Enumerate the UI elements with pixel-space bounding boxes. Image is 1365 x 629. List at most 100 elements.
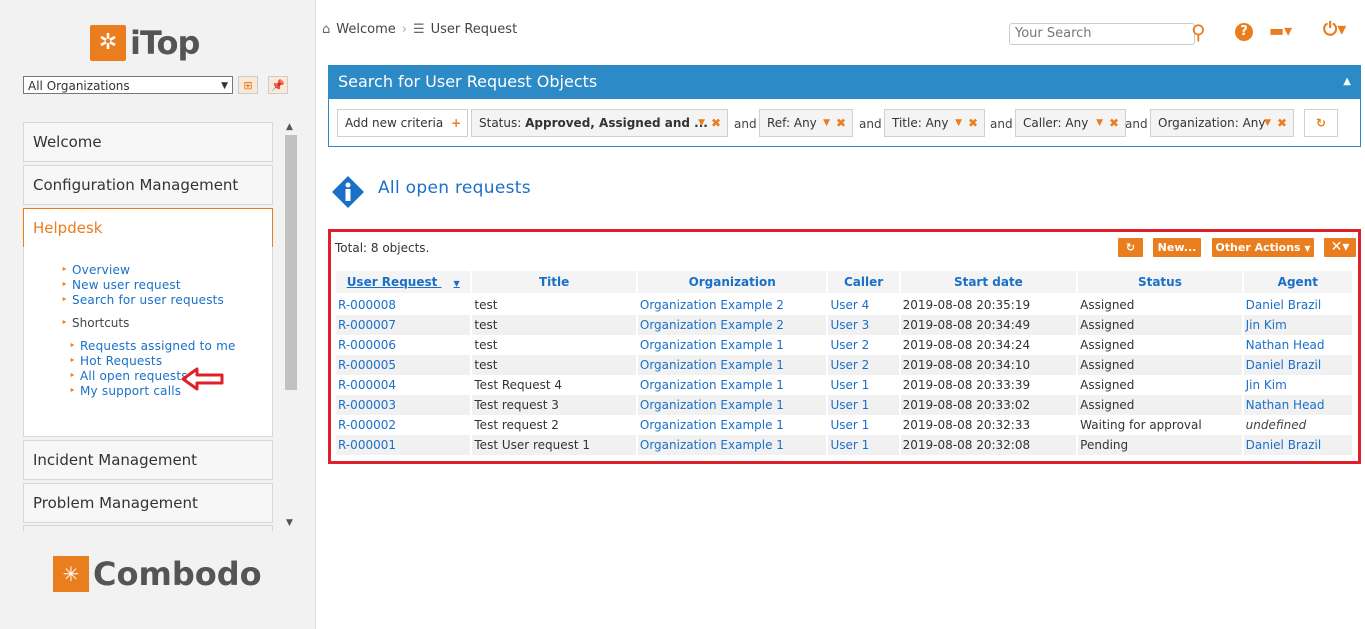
criteria-caller[interactable]: Caller: Any ▼ ✖ — [1015, 109, 1126, 137]
cell-ref-text[interactable]: R-000003 — [338, 398, 396, 412]
cell-organization-text[interactable]: Organization Example 2 — [640, 318, 784, 332]
cell-caller-text[interactable]: User 2 — [830, 338, 869, 352]
cell-caller-text[interactable]: User 1 — [830, 378, 869, 392]
help-icon[interactable]: ? — [1235, 23, 1253, 41]
shortcut-requests-assigned-to-me[interactable]: Requests assigned to me — [69, 339, 236, 353]
cell-agent-text[interactable]: Nathan Head — [1246, 398, 1325, 412]
cell-agent-text[interactable]: Jin Kim — [1246, 318, 1287, 332]
shortcut-all-open-requests[interactable]: All open requests — [69, 369, 188, 383]
cell-organization[interactable]: Organization Example 1 — [638, 415, 827, 435]
menu-helpdesk[interactable]: Helpdesk — [23, 208, 273, 248]
cell-agent[interactable]: Jin Kim — [1244, 375, 1352, 395]
cell-agent-text[interactable]: Daniel Brazil — [1246, 358, 1322, 372]
configure-list-button[interactable]: ✕▾ — [1324, 238, 1356, 257]
cell-caller[interactable]: User 1 — [828, 395, 899, 415]
cell-caller-text[interactable]: User 4 — [830, 298, 869, 312]
chevron-down-icon[interactable]: ▼ — [1096, 110, 1103, 136]
left-scrollbar-thumb[interactable] — [285, 135, 297, 390]
cell-agent-text[interactable]: Daniel Brazil — [1246, 298, 1322, 312]
cell-ref-text[interactable]: R-000006 — [338, 338, 396, 352]
remove-criteria-icon[interactable]: ✖ — [1277, 110, 1287, 136]
cell-caller[interactable]: User 4 — [828, 295, 898, 315]
cell-ref-text[interactable]: R-000004 — [338, 378, 396, 392]
cell-agent-text[interactable]: Nathan Head — [1246, 338, 1325, 352]
column-start-date[interactable]: Start date — [900, 271, 1077, 295]
cell-organization-text[interactable]: Organization Example 2 — [640, 298, 784, 312]
collapse-icon[interactable]: ▲ — [1343, 65, 1351, 99]
breadcrumb-user-request[interactable]: User Request — [431, 22, 518, 37]
cell-ref[interactable]: R-000005 — [336, 355, 471, 375]
cell-organization[interactable]: Organization Example 1 — [637, 395, 827, 415]
organization-select[interactable]: All Organizations ▼ — [23, 76, 233, 94]
power-icon[interactable]: ⏻▾ — [1323, 19, 1346, 40]
pin-menu-button[interactable]: 📌 — [268, 76, 288, 94]
cell-ref[interactable]: R-000003 — [336, 395, 471, 415]
cell-caller[interactable]: User 3 — [828, 315, 899, 335]
chevron-down-icon[interactable]: ▼ — [823, 110, 830, 136]
cell-ref-text[interactable]: R-000008 — [338, 298, 396, 312]
shortcut-hot-requests[interactable]: Hot Requests — [69, 354, 162, 368]
chevron-down-icon[interactable]: ▼ — [698, 110, 705, 136]
cell-agent[interactable]: Daniel Brazil — [1243, 435, 1352, 455]
cell-caller[interactable]: User 1 — [828, 415, 898, 435]
itop-logo[interactable]: ✲ iTop — [90, 24, 200, 62]
column-caller[interactable]: Caller — [828, 271, 899, 295]
other-actions-button[interactable]: Other Actions ▼ — [1212, 238, 1314, 257]
cell-agent[interactable]: Daniel Brazil — [1244, 295, 1352, 315]
cell-caller[interactable]: User 2 — [828, 355, 899, 375]
remove-criteria-icon[interactable]: ✖ — [968, 110, 978, 136]
column-agent[interactable]: Agent — [1243, 271, 1352, 295]
cell-organization[interactable]: Organization Example 2 — [637, 315, 827, 335]
column-organization[interactable]: Organization — [637, 271, 827, 295]
breadcrumb-welcome[interactable]: Welcome — [336, 22, 395, 37]
cell-organization[interactable]: Organization Example 1 — [637, 355, 827, 375]
cell-agent[interactable]: Daniel Brazil — [1243, 355, 1352, 375]
cell-ref[interactable]: R-000006 — [336, 335, 470, 355]
menu-item-overview[interactable]: Overview — [61, 263, 130, 277]
remove-criteria-icon[interactable]: ✖ — [711, 110, 721, 136]
new-button[interactable]: New... — [1153, 238, 1201, 257]
global-search-input[interactable]: Your Search — [1009, 23, 1195, 45]
cell-ref-text[interactable]: R-000007 — [338, 318, 396, 332]
column-user-request[interactable]: User Request ▼ — [336, 271, 471, 295]
cell-ref[interactable]: R-000001 — [336, 435, 471, 455]
refresh-search-button[interactable]: ↻ — [1304, 109, 1338, 137]
cell-caller-text[interactable]: User 1 — [830, 398, 869, 412]
cell-organization-text[interactable]: Organization Example 1 — [640, 398, 784, 412]
criteria-ref[interactable]: Ref: Any ▼ ✖ — [759, 109, 853, 137]
cell-ref-text[interactable]: R-000001 — [338, 438, 396, 452]
shortcut-my-support-calls[interactable]: My support calls — [69, 384, 181, 398]
search-icon[interactable]: ⚲ — [1191, 20, 1206, 44]
cell-organization-text[interactable]: Organization Example 1 — [640, 338, 784, 352]
cell-ref-text[interactable]: R-000005 — [338, 358, 396, 372]
scroll-up-icon[interactable]: ▲ — [286, 122, 293, 132]
cell-ref[interactable]: R-000004 — [336, 375, 470, 395]
cell-ref[interactable]: R-000002 — [336, 415, 470, 435]
cell-caller[interactable]: User 1 — [828, 435, 899, 455]
cell-agent-text[interactable]: Jin Kim — [1246, 378, 1287, 392]
remove-criteria-icon[interactable]: ✖ — [1109, 110, 1119, 136]
column-status[interactable]: Status — [1078, 271, 1242, 295]
search-panel-header[interactable]: Search for User Request Objects ▲ — [328, 65, 1361, 99]
cell-ref-text[interactable]: R-000002 — [338, 418, 396, 432]
cell-agent[interactable]: Nathan Head — [1243, 395, 1352, 415]
cell-organization[interactable]: Organization Example 1 — [638, 375, 827, 395]
cell-ref[interactable]: R-000008 — [336, 295, 470, 315]
cell-agent-text[interactable]: Daniel Brazil — [1246, 438, 1322, 452]
cell-organization-text[interactable]: Organization Example 1 — [640, 378, 784, 392]
cell-caller[interactable]: User 2 — [828, 335, 898, 355]
cell-caller-text[interactable]: User 3 — [830, 318, 869, 332]
combodo-logo[interactable]: ✳ Combodo — [53, 555, 262, 593]
cell-caller-text[interactable]: User 1 — [830, 438, 869, 452]
cell-organization[interactable]: Organization Example 1 — [637, 435, 827, 455]
remove-criteria-icon[interactable]: ✖ — [836, 110, 846, 136]
chevron-down-icon[interactable]: ▼ — [1264, 110, 1271, 136]
cell-caller-text[interactable]: User 2 — [830, 358, 869, 372]
org-tree-button[interactable]: ⊞ — [238, 76, 258, 94]
menu-incident-management[interactable]: Incident Management — [23, 440, 273, 480]
cell-caller-text[interactable]: User 1 — [830, 418, 869, 432]
cell-agent[interactable]: Jin Kim — [1243, 315, 1352, 335]
menu-welcome[interactable]: Welcome — [23, 122, 273, 162]
scroll-down-icon[interactable]: ▼ — [286, 518, 293, 528]
criteria-status[interactable]: Status: Approved, Assigned and ... ▼ ✖ — [471, 109, 728, 137]
